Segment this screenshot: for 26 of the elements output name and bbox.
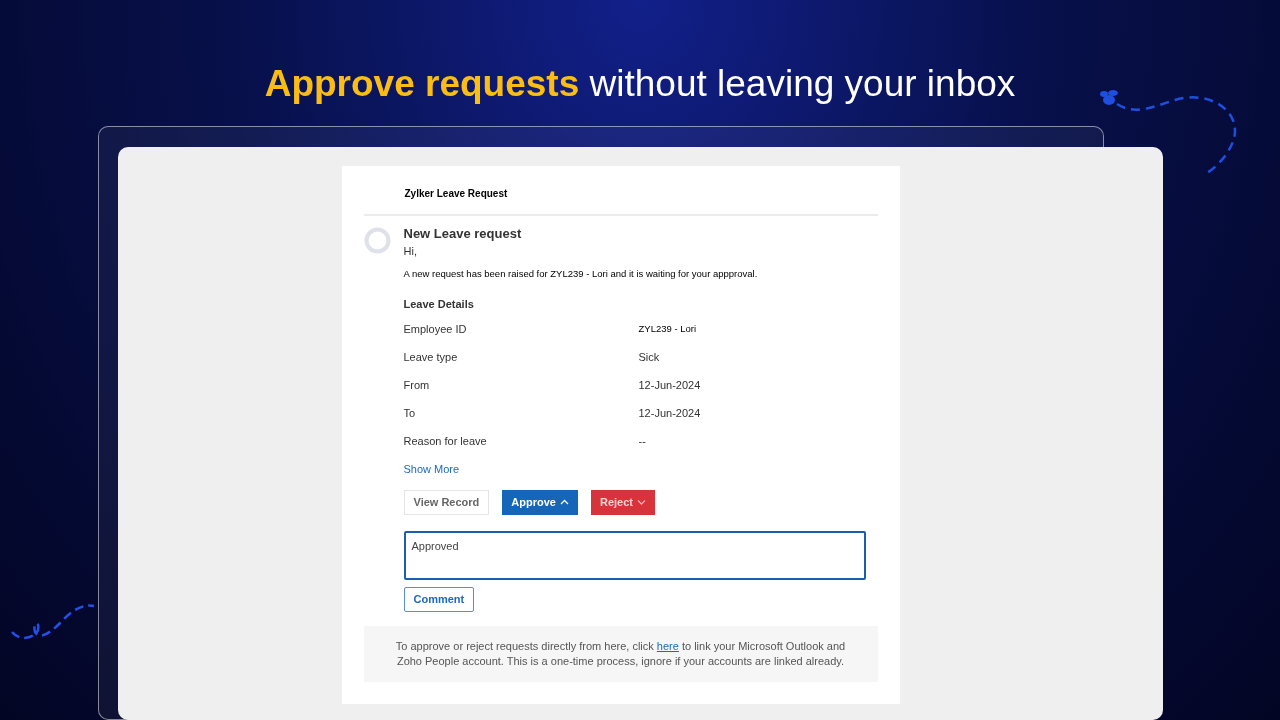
avatar-icon [363,227,391,254]
comment-field[interactable]: Approved [403,530,866,580]
comment-button[interactable]: Comment [403,586,475,612]
greeting-text: Hi, [403,244,418,259]
section-title: Leave Details [403,296,475,312]
detail-label: Leave type [403,350,459,366]
caret-icon [637,498,646,506]
show-more-link[interactable]: Show More [403,461,460,478]
detail-value: 12-Jun-2024 [638,378,701,394]
detail-label: Reason for leave [403,434,488,450]
detail-value: -- [638,434,646,450]
footer-note: To approve or reject requests directly from here, click here to link your Microsoft Outlook and Zoho People account. This is a one-time process, ignore if your accounts are linked already. [394,638,847,669]
detail-label: To [403,406,417,422]
outline-button[interactable]: View Record [403,489,490,515]
sender-name: Zylker Leave Request [404,188,508,199]
detail-label: From [403,378,431,394]
caret-icon [559,498,569,506]
here-link[interactable]: here [656,639,679,652]
headline: Approve requests without leaving your inbox [264,62,1016,106]
email-subject: New Leave request [403,226,523,242]
detail-value: ZYL239 - Lori [638,322,697,337]
primary-button[interactable]: Approve [502,489,578,515]
message-text: A new request has been raised for ZYL239 - Lori and it is waiting for your appproval. [403,266,759,281]
detail-label: Employee ID [403,322,468,338]
detail-value: 12-Jun-2024 [638,406,701,422]
detail-value: Sick [638,350,660,366]
